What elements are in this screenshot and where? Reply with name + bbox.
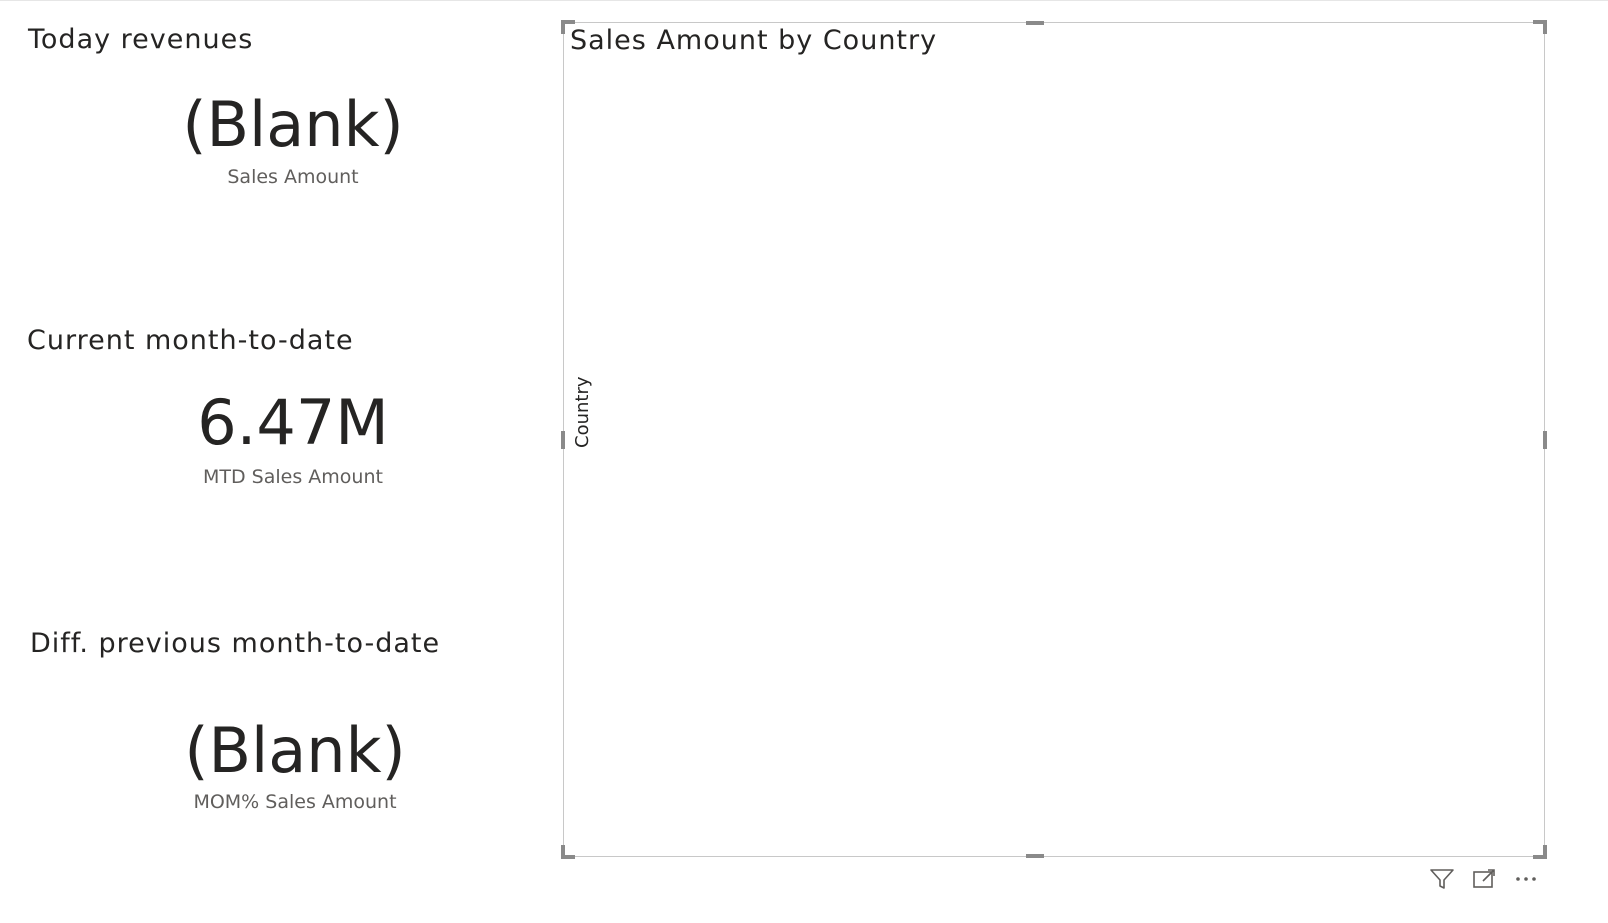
- kpi-label: MOM% Sales Amount: [193, 791, 397, 813]
- kpi-value: (Blank): [182, 88, 404, 161]
- card-current-mtd[interactable]: Current month-to-date 6.47M MTD Sales Am…: [0, 310, 540, 600]
- resize-handle-left[interactable]: [561, 431, 565, 449]
- kpi-value: (Blank): [184, 714, 406, 787]
- sales-by-country-visual[interactable]: Sales Amount by Country Country: [561, 20, 1547, 859]
- card-title: Current month-to-date: [27, 325, 354, 356]
- resize-handle-top-right[interactable]: [1533, 20, 1547, 34]
- resize-handle-bottom[interactable]: [1026, 854, 1044, 858]
- resize-handle-top[interactable]: [1026, 21, 1044, 25]
- card-today-revenues[interactable]: Today revenues (Blank) Sales Amount: [0, 0, 540, 300]
- kpi-label: MTD Sales Amount: [203, 466, 383, 488]
- card-title: Today revenues: [28, 24, 254, 55]
- resize-handle-right[interactable]: [1543, 431, 1547, 449]
- kpi-label: Sales Amount: [227, 166, 359, 188]
- resize-handle-bottom-right[interactable]: [1533, 845, 1547, 859]
- filter-icon[interactable]: [1428, 866, 1456, 892]
- resize-handle-bottom-left[interactable]: [561, 845, 575, 859]
- focus-mode-icon[interactable]: [1470, 866, 1498, 892]
- more-options-icon[interactable]: [1512, 866, 1540, 892]
- visual-title: Sales Amount by Country: [570, 25, 938, 56]
- resize-handle-top-left[interactable]: [561, 20, 575, 34]
- card-diff-previous-mtd[interactable]: Diff. previous month-to-date (Blank) MOM…: [0, 612, 540, 912]
- y-axis-label: Country: [572, 376, 593, 448]
- kpi-value: 6.47M: [197, 386, 389, 459]
- card-title: Diff. previous month-to-date: [30, 628, 441, 659]
